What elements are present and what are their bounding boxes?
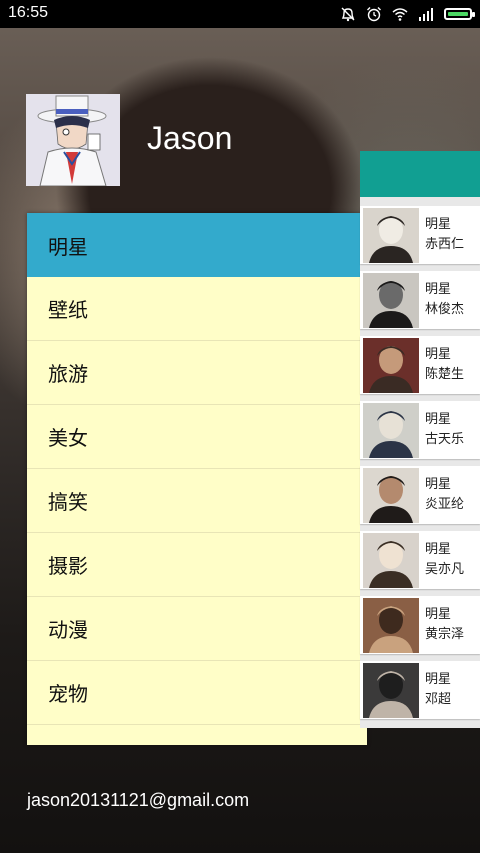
star-card[interactable]: 明星 赤西仁 (360, 206, 480, 264)
menu-item[interactable]: 宠物 (27, 661, 367, 725)
card-name: 黄宗泽 (425, 627, 465, 642)
menu-item[interactable]: 美女 (27, 405, 367, 469)
star-thumbnail (363, 338, 419, 393)
battery-icon (444, 8, 475, 20)
star-thumbnail (363, 598, 419, 653)
menu-item[interactable]: 摄影 (27, 533, 367, 597)
menu-item[interactable]: 明星 (27, 213, 367, 277)
card-list: 明星 赤西仁 明星 林俊杰 明星 陈楚生 明星 古天乐 明星 炎亚纶 明星 吴亦凡 明星 黄宗泽 明星 邓超 (360, 206, 480, 726)
star-card[interactable]: 明星 林俊杰 (360, 271, 480, 329)
card-category: 明星 (425, 607, 452, 622)
status-bar: 16:55 (0, 0, 480, 28)
star-thumbnail (363, 273, 419, 328)
card-category: 明星 (425, 282, 452, 297)
drawer-menu: 明星 壁纸 旅游 美女 搞笑 摄影 动漫 宠物 (27, 213, 367, 745)
card-category: 明星 (425, 412, 452, 427)
star-thumbnail (363, 468, 419, 523)
card-name: 赤西仁 (425, 237, 465, 252)
star-card[interactable]: 明星 陈楚生 (360, 336, 480, 394)
star-card[interactable]: 明星 炎亚纶 (360, 466, 480, 524)
wifi-icon (392, 8, 408, 21)
card-category: 明星 (425, 477, 452, 492)
star-thumbnail (363, 403, 419, 458)
status-time: 16:55 (8, 4, 49, 21)
star-card[interactable]: 明星 吴亦凡 (360, 531, 480, 589)
card-name: 陈楚生 (425, 367, 465, 382)
card-category: 明星 (425, 217, 452, 232)
card-name: 邓超 (425, 692, 452, 707)
card-name: 炎亚纶 (425, 497, 465, 512)
avatar-image (26, 94, 120, 186)
panel-header (360, 151, 480, 197)
menu-item[interactable]: 搞笑 (27, 469, 367, 533)
star-thumbnail (363, 208, 419, 263)
card-category: 明星 (425, 347, 452, 362)
signal-icon (419, 8, 433, 21)
card-name: 林俊杰 (425, 302, 465, 317)
user-email: jason20131121@gmail.com (27, 790, 250, 810)
mute-icon (341, 7, 355, 22)
star-card[interactable]: 明星 古天乐 (360, 401, 480, 459)
card-category: 明星 (425, 672, 452, 687)
card-name: 古天乐 (425, 432, 465, 447)
star-card[interactable]: 明星 黄宗泽 (360, 596, 480, 654)
card-name: 吴亦凡 (425, 562, 465, 577)
avatar[interactable] (26, 94, 120, 186)
star-thumbnail (363, 533, 419, 588)
card-category: 明星 (425, 542, 452, 557)
star-thumbnail (363, 663, 419, 718)
menu-item[interactable]: 动漫 (27, 597, 367, 661)
star-card[interactable]: 明星 邓超 (360, 661, 480, 719)
menu-item[interactable]: 壁纸 (27, 277, 367, 341)
menu-item[interactable]: 旅游 (27, 341, 367, 405)
user-name: Jason (147, 120, 233, 156)
content-panel: 明星 赤西仁 明星 林俊杰 明星 陈楚生 明星 古天乐 明星 炎亚纶 明星 吴亦凡 明星 黄宗泽 明星 邓超 (360, 151, 480, 728)
alarm-icon (367, 7, 381, 22)
